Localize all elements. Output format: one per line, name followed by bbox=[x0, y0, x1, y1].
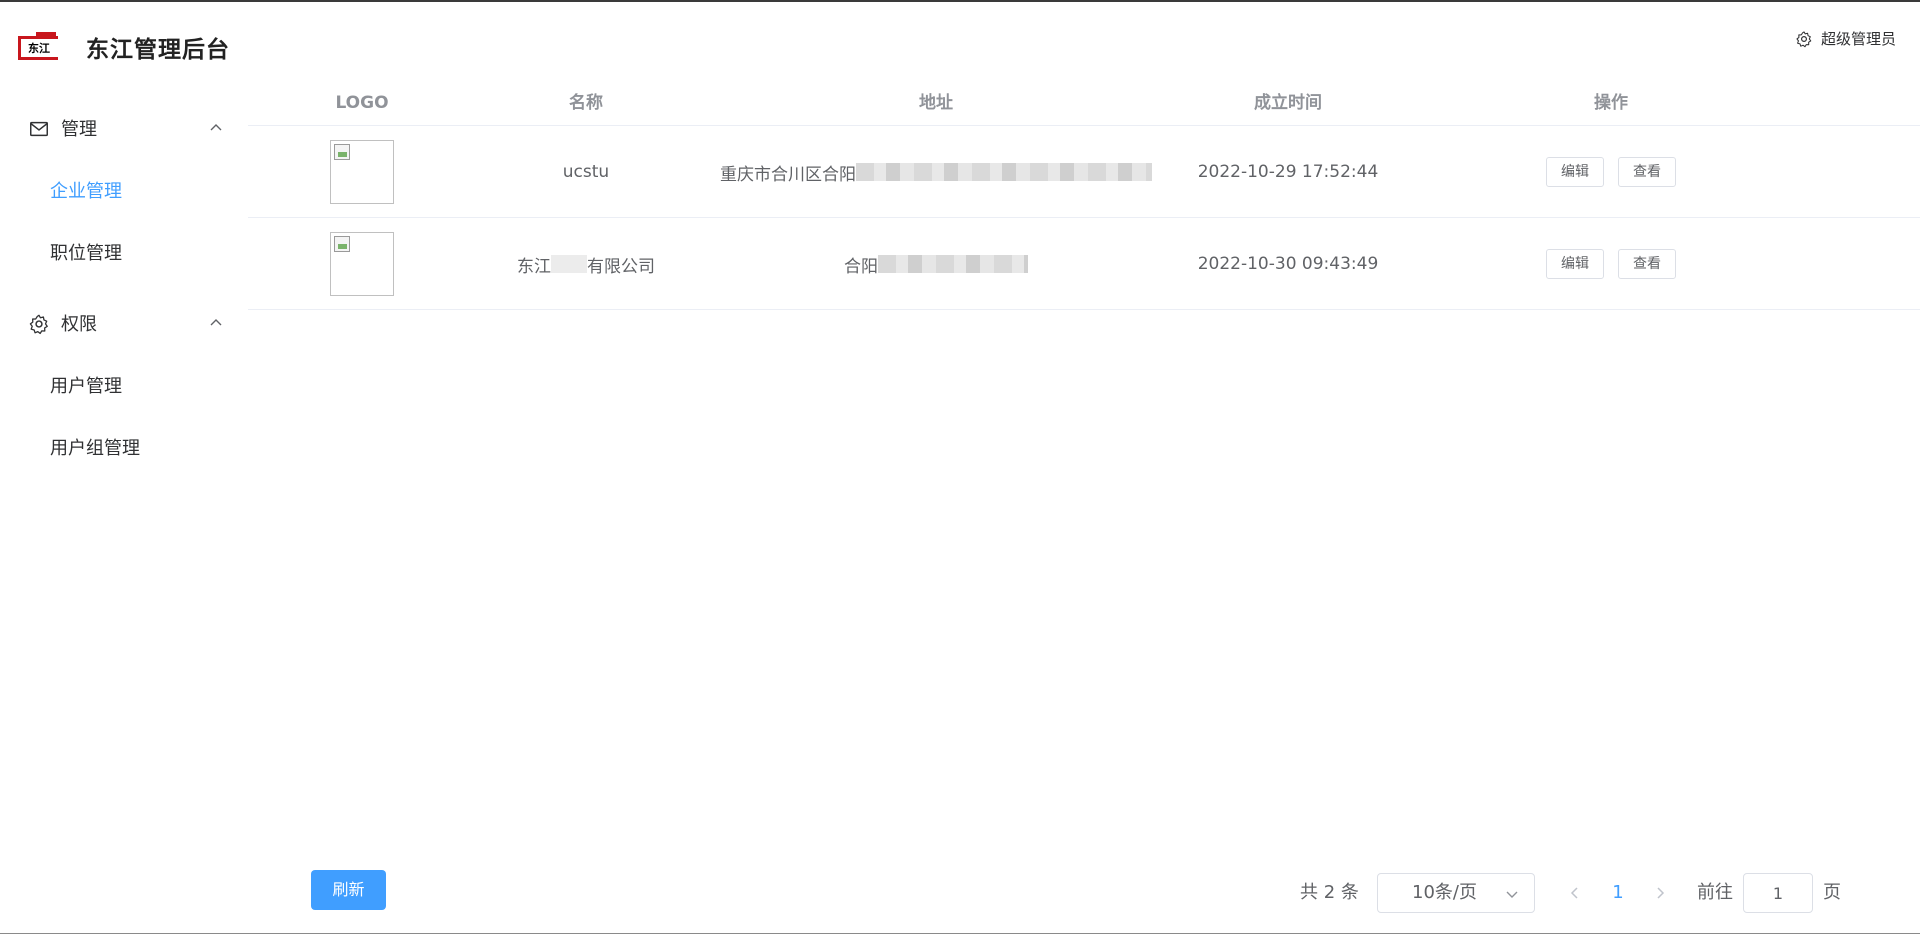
brand: 东江 东江管理后台 bbox=[18, 30, 230, 64]
menu-group-label: 管理 bbox=[61, 119, 97, 140]
edit-button[interactable]: 编辑 bbox=[1546, 157, 1604, 187]
address-cell: 重庆市合川区合阳 bbox=[696, 126, 1176, 218]
logo-cell bbox=[248, 218, 476, 310]
mail-icon bbox=[30, 121, 48, 137]
goto-page-input[interactable] bbox=[1743, 873, 1813, 913]
chevron-up-icon bbox=[210, 319, 222, 326]
redacted-block bbox=[856, 163, 1152, 181]
brand-logo: 东江 bbox=[18, 32, 58, 62]
name-cell: ucstu bbox=[562, 162, 610, 182]
column-header-address: 地址 bbox=[919, 93, 953, 113]
column-header-logo: LOGO bbox=[335, 93, 389, 113]
goto-label: 前往 bbox=[1697, 882, 1733, 903]
sidebar: 东江 东江管理后台 管理 企业管理 职位管理 权限 用户管理 用户组管理 bbox=[0, 2, 248, 932]
page-size-value: 10条/页 bbox=[1412, 882, 1477, 903]
menu-group-permissions[interactable]: 权限 bbox=[0, 295, 248, 351]
sidebar-item-position[interactable]: 职位管理 bbox=[0, 229, 248, 279]
redacted-block bbox=[551, 255, 587, 273]
table-row: 东江 有限公司 合阳 2022-10-30 09:43:49 编辑 查看 bbox=[248, 218, 1920, 310]
brand-logo-text: 东江 bbox=[28, 42, 50, 55]
user-menu[interactable]: 超级管理员 bbox=[1795, 28, 1896, 49]
view-button[interactable]: 查看 bbox=[1618, 249, 1676, 279]
window-top-border bbox=[0, 0, 1920, 2]
logo-cell bbox=[248, 126, 476, 218]
next-page-icon[interactable] bbox=[1650, 885, 1670, 901]
broken-image-icon bbox=[330, 232, 394, 296]
actions-cell: 编辑 查看 bbox=[1400, 218, 1822, 310]
chevron-down-icon bbox=[1506, 891, 1518, 898]
prev-page-icon[interactable] bbox=[1565, 885, 1585, 901]
established-cell: 2022-10-29 17:52:44 bbox=[1197, 162, 1379, 182]
established-cell: 2022-10-30 09:43:49 bbox=[1197, 254, 1379, 274]
table-row: ucstu 重庆市合川区合阳 2022-10-29 17:52:44 编辑 查看 bbox=[248, 126, 1920, 218]
gear-icon bbox=[1796, 30, 1812, 47]
refresh-button[interactable]: 刷新 bbox=[311, 870, 386, 910]
page-number-current[interactable]: 1 bbox=[1608, 873, 1628, 913]
table-header: LOGO 名称 地址 成立时间 操作 bbox=[248, 80, 1920, 126]
actions-cell: 编辑 查看 bbox=[1400, 126, 1822, 218]
name-suffix: 有限公司 bbox=[587, 256, 655, 277]
edit-button[interactable]: 编辑 bbox=[1546, 249, 1604, 279]
sidebar-item-enterprise[interactable]: 企业管理 bbox=[0, 167, 248, 217]
column-header-name: 名称 bbox=[569, 93, 603, 113]
sidebar-item-user-groups[interactable]: 用户组管理 bbox=[0, 424, 248, 474]
view-button[interactable]: 查看 bbox=[1618, 157, 1676, 187]
address-text: 重庆市合川区合阳 bbox=[720, 164, 856, 185]
page-unit-label: 页 bbox=[1823, 882, 1841, 903]
redacted-block bbox=[878, 255, 1028, 273]
column-header-actions: 操作 bbox=[1594, 93, 1628, 113]
menu-group-label: 权限 bbox=[61, 314, 97, 335]
broken-image-icon bbox=[330, 140, 394, 204]
sidebar-item-users[interactable]: 用户管理 bbox=[0, 362, 248, 412]
menu-group-management[interactable]: 管理 bbox=[0, 100, 248, 156]
page-size-select[interactable]: 10条/页 bbox=[1377, 873, 1535, 913]
pagination-total: 共 2 条 bbox=[1300, 882, 1359, 903]
user-name: 超级管理员 bbox=[1820, 30, 1896, 48]
name-prefix: 东江 bbox=[517, 256, 551, 277]
column-header-established: 成立时间 bbox=[1254, 93, 1322, 113]
chevron-up-icon bbox=[210, 124, 222, 131]
name-cell: 东江 有限公司 bbox=[476, 218, 696, 310]
address-cell: 合阳 bbox=[696, 218, 1176, 310]
address-text: 合阳 bbox=[844, 256, 878, 277]
app-title: 东江管理后台 bbox=[86, 37, 230, 63]
enterprise-table: LOGO 名称 地址 成立时间 操作 ucstu 重庆市合川区合阳 2022-1… bbox=[248, 80, 1920, 310]
gear-icon bbox=[29, 314, 48, 335]
